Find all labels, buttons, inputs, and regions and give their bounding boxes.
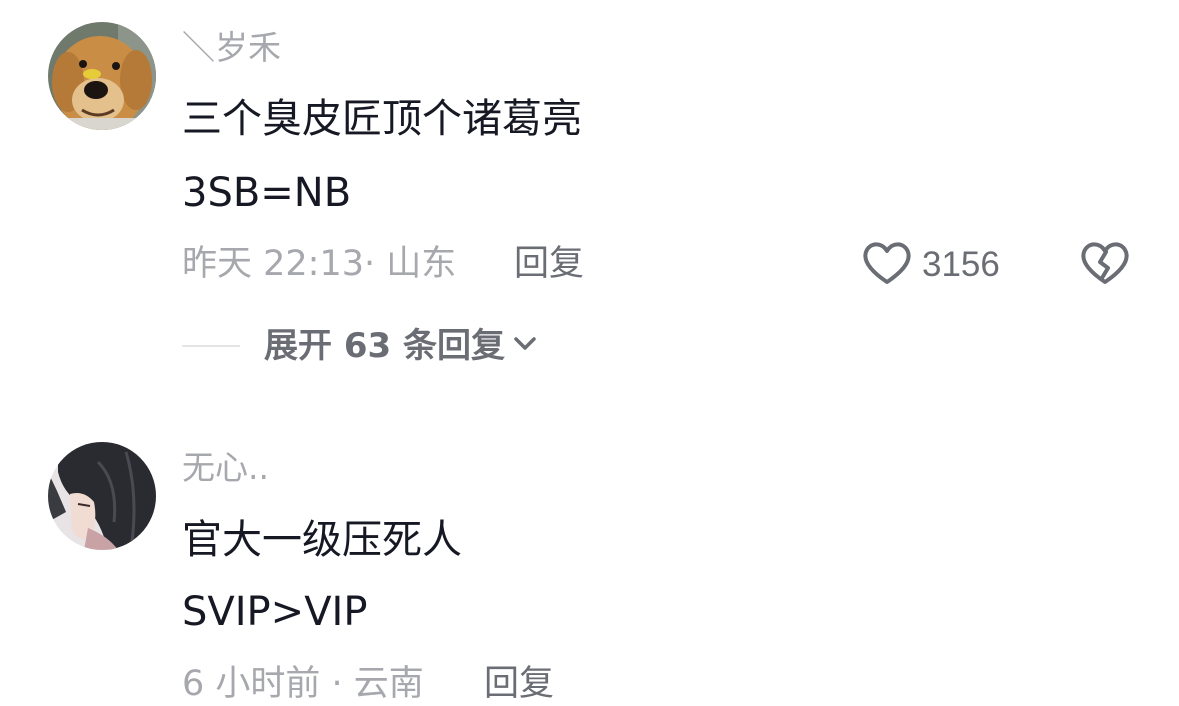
chevron-down-icon <box>513 336 537 356</box>
expand-replies-button[interactable]: 展开 63 条回复 <box>182 324 537 368</box>
avatar[interactable] <box>48 442 156 550</box>
comment-item: 无心.. 官大一级压死人 SVIP>VIP 6 小时前 · 云南 回复 <box>0 420 1179 704</box>
divider <box>182 345 240 347</box>
comment-text-line: SVIP>VIP <box>182 589 368 635</box>
avatar[interactable] <box>48 22 156 130</box>
reply-button[interactable]: 回复 <box>514 242 584 286</box>
expand-replies-label: 展开 63 条回复 <box>264 326 505 366</box>
broken-heart-icon <box>1080 242 1130 290</box>
comment-text-line: 官大一级压死人 <box>182 517 462 563</box>
comment-meta: 6 小时前 · 云南 <box>182 664 424 704</box>
dislike-button[interactable] <box>1080 240 1130 290</box>
comment-meta: 昨天 22:13· 山东 <box>182 244 457 284</box>
like-count: 3156 <box>922 245 1000 284</box>
comment-text-line: 三个臭皮匠顶个诸葛亮 <box>182 96 582 142</box>
heart-outline-icon <box>862 240 912 290</box>
username[interactable]: 无心.. <box>182 448 269 488</box>
username[interactable]: ＼岁禾 <box>182 28 281 68</box>
reply-button[interactable]: 回复 <box>484 662 554 706</box>
like-button[interactable]: 3156 <box>862 240 1000 290</box>
dog-avatar-icon <box>48 22 156 130</box>
anime-avatar-icon <box>48 442 156 550</box>
comment-item: ＼岁禾 三个臭皮匠顶个诸葛亮 3SB=NB 昨天 22:13· 山东 回复 31… <box>0 0 1179 400</box>
comment-text-line: 3SB=NB <box>182 170 352 216</box>
